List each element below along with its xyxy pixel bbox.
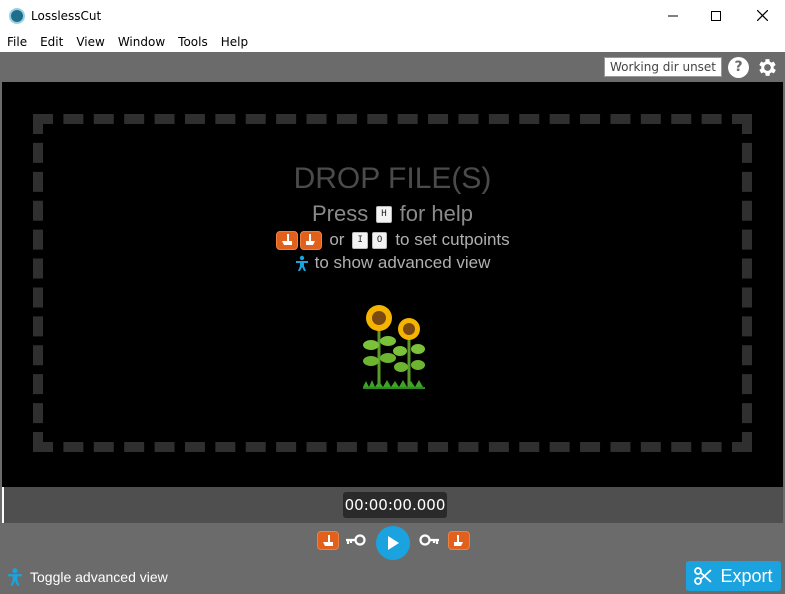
menu-bar: File Edit View Window Tools Help: [0, 31, 785, 52]
menu-edit[interactable]: Edit: [40, 35, 63, 49]
advanced-hint: to show advanced view: [2, 253, 783, 273]
menu-tools[interactable]: Tools: [178, 35, 208, 49]
app-window: LosslessCut File Edit View Window Tools …: [0, 0, 785, 594]
export-label: Export: [720, 565, 773, 586]
jump-cut-end-key-icon[interactable]: [418, 533, 440, 547]
play-icon: [388, 536, 399, 550]
sunflowers-icon: [363, 305, 425, 389]
cut-end-hint-icon: [300, 230, 323, 250]
cut-key-in: I: [352, 231, 368, 249]
cut-end-icon: [454, 534, 463, 546]
help-icon[interactable]: ?: [728, 57, 749, 78]
cutpoint-hint: or I O to set cutpoints: [2, 230, 783, 250]
title-bar: LosslessCut: [0, 0, 785, 31]
gear-icon[interactable]: [756, 56, 779, 79]
cut-start-hint-icon: [276, 230, 299, 250]
set-cut-end-button[interactable]: [448, 531, 470, 550]
app-icon: [9, 7, 25, 24]
accessibility-icon: [295, 255, 308, 271]
toggle-advanced-view-label: Toggle advanced view: [30, 569, 168, 585]
window-title: LosslessCut: [31, 8, 102, 23]
working-dir-button[interactable]: Working dir unset: [604, 57, 722, 77]
drop-title: DROP FILE(S): [293, 162, 492, 195]
jump-cut-start-key-icon[interactable]: [345, 533, 367, 547]
minimize-icon: [668, 15, 678, 16]
help-key: H: [376, 205, 392, 223]
toggle-advanced-view-button[interactable]: Toggle advanced view: [7, 567, 168, 587]
playback-controls: Toggle advanced view Export: [0, 523, 785, 594]
cut-suffix: to set cutpoints: [395, 230, 510, 249]
play-button[interactable]: [376, 526, 410, 560]
menu-view[interactable]: View: [76, 35, 104, 49]
menu-help[interactable]: Help: [221, 35, 248, 49]
cut-or: or: [329, 230, 345, 249]
advanced-suffix: to show advanced view: [314, 253, 491, 272]
top-toolbar: Working dir unset ?: [0, 52, 785, 82]
help-prefix: Press: [311, 201, 369, 226]
close-button[interactable]: [739, 0, 785, 31]
help-hint: Press H for help: [2, 201, 783, 227]
accessibility-icon: [8, 568, 22, 586]
maximize-button[interactable]: [693, 0, 739, 31]
menu-file[interactable]: File: [7, 35, 27, 49]
cut-key-out: O: [371, 231, 388, 249]
drop-area[interactable]: DROP FILE(S) Press H for help or I O to …: [2, 82, 783, 487]
cut-start-icon: [323, 534, 333, 546]
help-suffix: for help: [399, 201, 474, 226]
scissors-icon: [694, 567, 713, 585]
timecode-display[interactable]: 00:00:00.000: [343, 492, 447, 518]
close-icon: [756, 10, 768, 21]
export-button[interactable]: Export: [686, 561, 781, 591]
set-cut-start-button[interactable]: [317, 531, 339, 550]
maximize-icon: [711, 10, 721, 21]
timeline[interactable]: 00:00:00.000: [2, 487, 783, 523]
minimize-button[interactable]: [650, 0, 696, 31]
menu-window[interactable]: Window: [118, 35, 165, 49]
